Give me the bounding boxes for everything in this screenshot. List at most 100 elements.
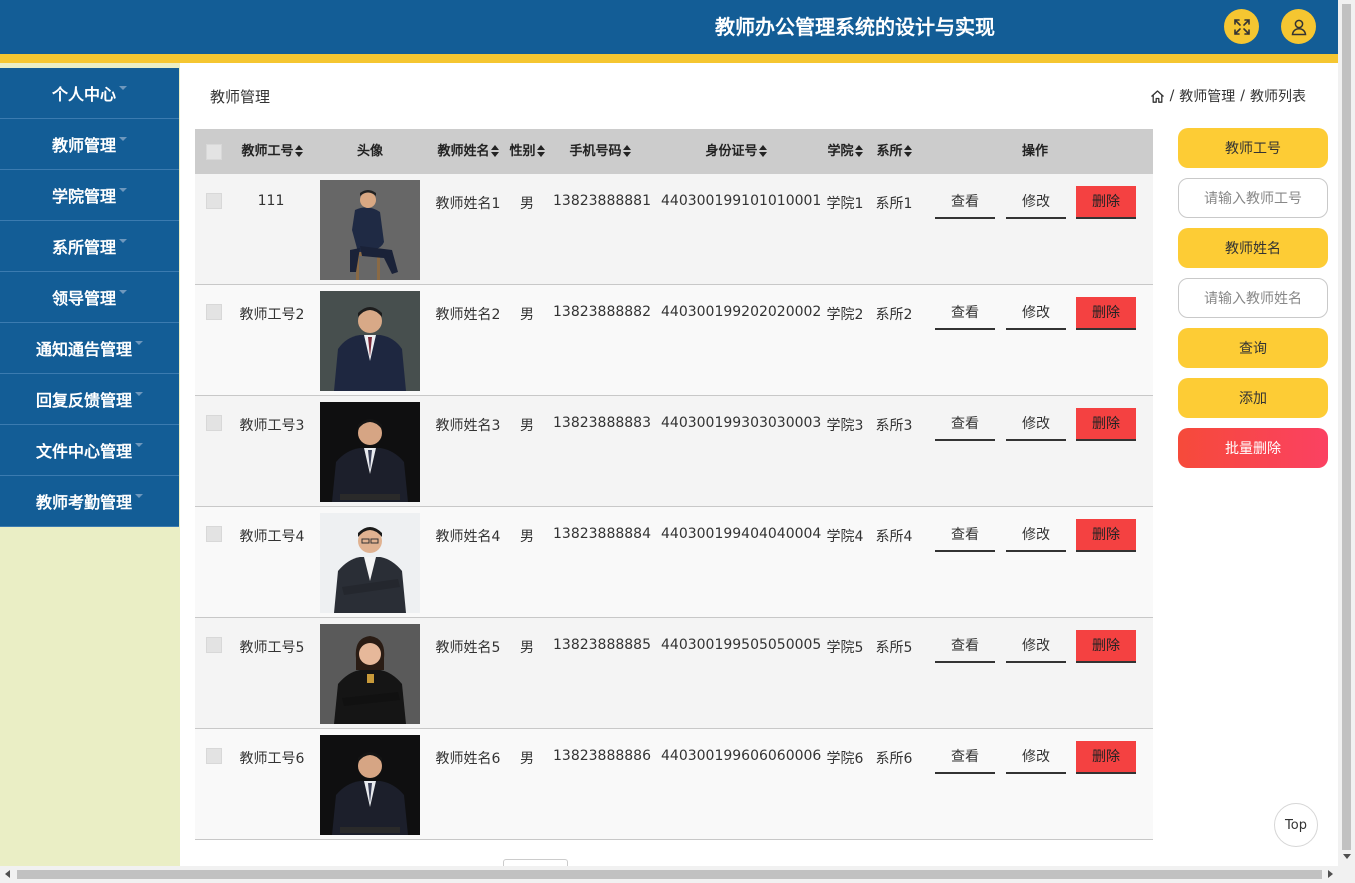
department-cell: 系所4	[875, 529, 913, 545]
column-header-label: 手机号码	[569, 144, 622, 159]
delete-button[interactable]: 删除	[1076, 297, 1136, 330]
view-button[interactable]: 查看	[935, 297, 995, 330]
column-header-label: 操作	[1021, 144, 1048, 159]
sidebar-item-teacher-management[interactable]: 教师管理	[0, 119, 179, 170]
batch-delete-button[interactable]: 批量删除	[1178, 428, 1328, 468]
sidebar-item-personal-center[interactable]: 个人中心	[0, 68, 179, 119]
fullscreen-button[interactable]	[1224, 9, 1259, 44]
view-button[interactable]: 查看	[935, 186, 995, 219]
horizontal-scroll-thumb[interactable]	[17, 870, 1322, 879]
delete-button[interactable]: 删除	[1076, 186, 1136, 219]
row-checkbox[interactable]	[206, 748, 222, 764]
teacher-avatar	[320, 624, 420, 724]
breadcrumb-separator: /	[1169, 88, 1175, 104]
column-header-teacher-id[interactable]: 教师工号	[239, 129, 305, 174]
teacher-avatar	[320, 402, 420, 502]
sidebar-item-label: 回复反馈管理	[35, 391, 132, 410]
teacher-name-cell: 教师姓名1	[435, 196, 501, 212]
teacher-name-cell: 教师姓名6	[435, 751, 501, 767]
teacher-name-cell: 教师姓名5	[435, 640, 501, 656]
row-checkbox[interactable]	[206, 193, 222, 209]
column-header-avatar: 头像	[340, 129, 400, 174]
scroll-down-arrow-icon[interactable]	[1343, 854, 1351, 859]
delete-button[interactable]: 删除	[1076, 741, 1136, 774]
teacher-name-input[interactable]: 请输入教师姓名	[1178, 278, 1328, 318]
gender-cell: 男	[520, 529, 534, 545]
sidebar-item-label: 文件中心管理	[35, 442, 132, 461]
teacher-name-cell: 教师姓名2	[435, 307, 501, 323]
sidebar-item-file-center-management[interactable]: 文件中心管理	[0, 425, 179, 476]
sidebar-menu: 个人中心 教师管理 学院管理 系所管理 领导管理 通知通告管理 回复反馈管理 文…	[0, 68, 179, 527]
phone-cell: 13823888882	[553, 304, 651, 320]
column-header-label: 性别	[509, 144, 536, 159]
edit-button[interactable]: 修改	[1006, 741, 1066, 774]
teacher-id-cell: 111	[257, 193, 285, 209]
sidebar-item-college-management[interactable]: 学院管理	[0, 170, 179, 221]
table-row: 111 教师姓名1 男 13823888881 4403001991010100…	[195, 174, 1153, 285]
sidebar-item-label: 个人中心	[51, 85, 116, 104]
id-card-cell: 440300199303030003	[661, 415, 822, 431]
id-card-cell: 440300199505050005	[661, 637, 822, 653]
college-cell: 学院4	[826, 529, 864, 545]
column-header-phone[interactable]: 手机号码	[567, 129, 633, 174]
edit-button[interactable]: 修改	[1006, 408, 1066, 441]
view-button[interactable]: 查看	[935, 519, 995, 552]
sidebar-item-feedback-management[interactable]: 回复反馈管理	[0, 374, 179, 425]
scroll-right-arrow-icon[interactable]	[1328, 870, 1333, 878]
row-checkbox[interactable]	[206, 415, 222, 431]
add-button[interactable]: 添加	[1178, 378, 1328, 418]
teacher-avatar	[320, 180, 420, 280]
sort-icon	[294, 144, 303, 157]
view-button[interactable]: 查看	[935, 630, 995, 663]
user-button[interactable]	[1281, 9, 1316, 44]
gender-cell: 男	[520, 307, 534, 323]
sidebar-item-attendance-management[interactable]: 教师考勤管理	[0, 476, 179, 527]
query-button[interactable]: 查询	[1178, 328, 1328, 368]
id-card-cell: 440300199101010001	[661, 193, 822, 209]
edit-button[interactable]: 修改	[1006, 186, 1066, 219]
row-checkbox[interactable]	[206, 304, 222, 320]
edit-button[interactable]: 修改	[1006, 297, 1066, 330]
delete-button[interactable]: 删除	[1076, 408, 1136, 441]
sidebar-item-department-management[interactable]: 系所管理	[0, 221, 179, 272]
table-row: 教师工号5 教师姓名5 男 13823888885 44030019950505…	[195, 618, 1153, 729]
table-row: 教师工号6 教师姓名6 男 13823888886 44030019960606…	[195, 729, 1153, 840]
teacher-avatar	[320, 291, 420, 391]
teacher-id-input[interactable]: 请输入教师工号	[1178, 178, 1328, 218]
column-header-department[interactable]: 系所	[875, 129, 913, 174]
teacher-name-cell: 教师姓名4	[435, 529, 501, 545]
vertical-scrollbar[interactable]	[1338, 0, 1355, 866]
column-header-id-card[interactable]: 身份证号	[703, 129, 769, 174]
row-checkbox[interactable]	[206, 637, 222, 653]
sidebar-item-notice-management[interactable]: 通知通告管理	[0, 323, 179, 374]
view-button[interactable]: 查看	[935, 741, 995, 774]
view-button[interactable]: 查看	[935, 408, 995, 441]
sidebar-item-leader-management[interactable]: 领导管理	[0, 272, 179, 323]
column-header-label: 学院	[827, 144, 854, 159]
delete-button[interactable]: 删除	[1076, 519, 1136, 552]
column-header-gender[interactable]: 性别	[508, 129, 546, 174]
edit-button[interactable]: 修改	[1006, 630, 1066, 663]
column-header-label: 头像	[356, 144, 383, 159]
row-checkbox[interactable]	[206, 526, 222, 542]
back-to-top-button[interactable]: Top	[1274, 803, 1318, 847]
edit-button[interactable]: 修改	[1006, 519, 1066, 552]
horizontal-scrollbar[interactable]	[0, 866, 1355, 883]
phone-cell: 13823888885	[553, 637, 651, 653]
home-icon[interactable]	[1150, 89, 1165, 104]
select-all-checkbox[interactable]	[206, 144, 222, 160]
column-header-teacher-name[interactable]: 教师姓名	[435, 129, 501, 174]
sort-icon	[903, 144, 912, 157]
vertical-scroll-thumb[interactable]	[1342, 4, 1351, 850]
phone-cell: 13823888881	[553, 193, 651, 209]
sidebar-item-label: 通知通告管理	[35, 340, 132, 359]
scroll-left-arrow-icon[interactable]	[5, 870, 10, 878]
column-header-college[interactable]: 学院	[826, 129, 864, 174]
delete-button[interactable]: 删除	[1076, 630, 1136, 663]
column-header-label: 教师工号	[241, 144, 294, 159]
breadcrumb-teacher-management[interactable]: 教师管理	[1179, 86, 1235, 106]
sort-icon	[854, 144, 863, 157]
teacher-id-cell: 教师工号2	[239, 307, 305, 323]
sort-icon	[758, 144, 767, 157]
column-header-label: 身份证号	[705, 144, 758, 159]
